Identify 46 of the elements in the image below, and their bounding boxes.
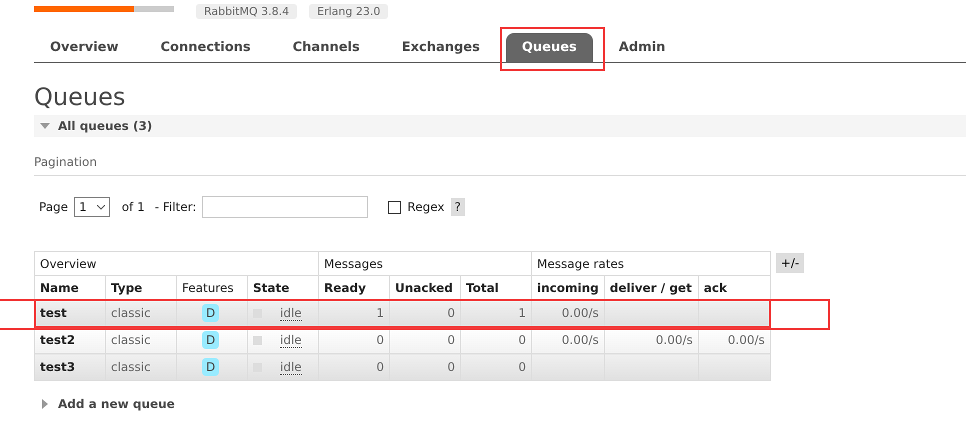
page-label: Page (39, 200, 68, 214)
durable-badge: D (202, 358, 220, 376)
queue-name-cell: test (34, 300, 106, 326)
nav-tab[interactable]: Admin (602, 33, 682, 62)
table-cell: 1 (460, 300, 532, 326)
triangle-icon (40, 399, 50, 409)
nav-tab[interactable]: Overview (34, 33, 135, 62)
durable-badge: D (202, 304, 220, 322)
nav-tab[interactable]: Channels (276, 33, 376, 62)
filter-field[interactable] (202, 196, 368, 218)
group-header: Overview (34, 252, 318, 276)
column-toggle-button[interactable]: +/- (776, 253, 804, 273)
version-badge: RabbitMQ 3.8.4 (196, 4, 298, 18)
table-cell: 0 (390, 354, 460, 380)
regex-checkbox[interactable] (388, 200, 402, 214)
state-label: idle (280, 360, 302, 374)
pagination-heading: Pagination (34, 155, 966, 176)
queue-name-cell: test3 (34, 354, 106, 380)
regex-label: Regex (407, 200, 444, 214)
nav-tab[interactable]: Queues (506, 33, 593, 62)
table-cell: 0 (390, 300, 460, 326)
add-queue-toggle[interactable]: Add a new queue (34, 397, 181, 411)
nav-tab[interactable]: Exchanges (386, 33, 496, 62)
nav-tab[interactable]: Connections (144, 33, 267, 62)
page-title: Queues (34, 83, 126, 111)
chevron-down-icon (96, 204, 105, 210)
state-icon (253, 336, 262, 344)
state-label: idle (280, 332, 302, 348)
section-toggle[interactable]: All queues (3) (34, 115, 966, 137)
state-label: idle (280, 306, 302, 320)
table-cell: 0 (460, 354, 532, 380)
column-header: Name (34, 276, 106, 300)
version-badge: Erlang 23.0 (309, 4, 388, 18)
table-cell: 0.00/s (532, 300, 604, 326)
table-cell: 0 (318, 354, 390, 380)
group-header: Messages (318, 252, 532, 276)
table-cell: 1 (318, 300, 390, 326)
page-count: of 1 (122, 200, 145, 214)
table-cell: classic (106, 354, 176, 380)
durable-badge: D (202, 331, 220, 349)
filter-label: - Filter: (154, 200, 196, 214)
page-select[interactable]: 1 (74, 197, 110, 217)
help-button[interactable]: ? (450, 198, 465, 216)
table-cell: classic (106, 300, 176, 326)
triangle-icon (40, 121, 50, 131)
group-header: Message rates (532, 252, 770, 276)
